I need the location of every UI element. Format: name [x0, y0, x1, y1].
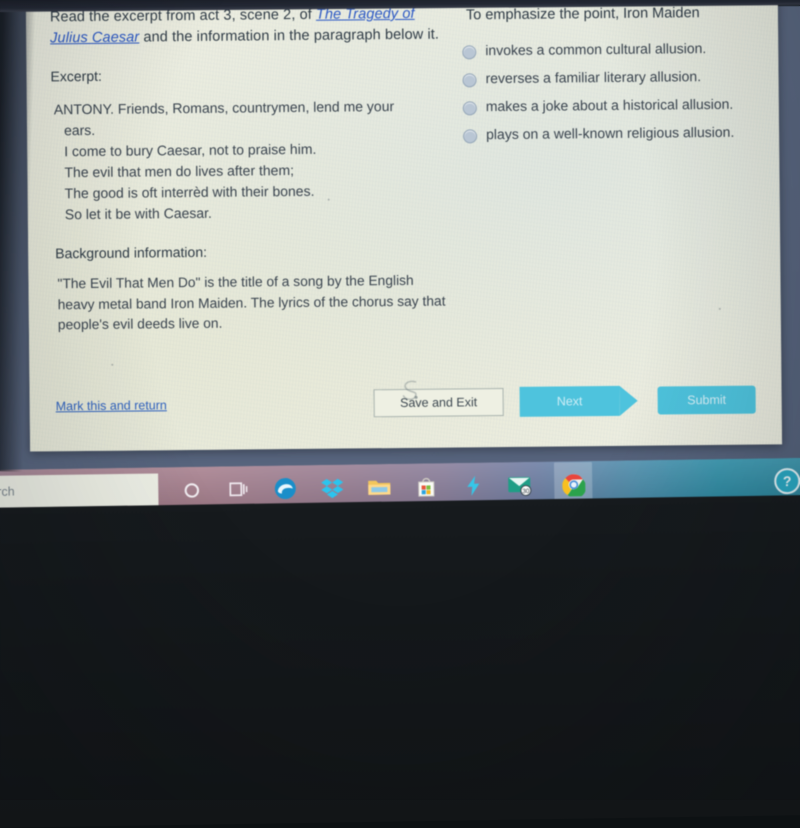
- edge-icon[interactable]: [272, 475, 298, 501]
- question-column: To emphasize the point, Iron Maiden invo…: [462, 1, 759, 332]
- answer-choice-label: plays on a well-known religious allusion…: [486, 123, 734, 144]
- passage-column: Read the excerpt from act 3, scene 2, of…: [50, 4, 447, 336]
- excerpt-text: ANTONY. Friends, Romans, countrymen, len…: [51, 96, 446, 226]
- dropbox-icon[interactable]: [319, 475, 345, 501]
- mark-this-and-return-link[interactable]: Mark this and return: [56, 398, 167, 413]
- answer-choice[interactable]: plays on a well-known religious allusion…: [463, 123, 757, 145]
- cortana-icon[interactable]: [178, 477, 204, 503]
- quiz-window: Read the excerpt from act 3, scene 2, of…: [0, 0, 800, 474]
- answer-choice-label: invokes a common cultural allusion.: [485, 39, 706, 60]
- screen-dust-speck: [111, 364, 113, 366]
- radio-button-icon[interactable]: [462, 45, 476, 59]
- background-text: "The Evil That Men Do" is the title of a…: [52, 271, 447, 336]
- instruction-part-2: and the information in the paragraph bel…: [139, 27, 439, 46]
- submit-button[interactable]: Submit: [658, 386, 756, 415]
- task-view-icon[interactable]: [225, 476, 251, 502]
- taskbar-search-input[interactable]: arch: [0, 473, 159, 508]
- footer-action-bar: Mark this and return Save and Exit Next …: [29, 376, 781, 429]
- screen-dust-speck: [415, 396, 418, 399]
- microsoft-store-icon[interactable]: [413, 473, 439, 499]
- answer-choice-label: reverses a familiar literary allusion.: [485, 67, 701, 88]
- answer-choice[interactable]: invokes a common cultural allusion.: [462, 39, 756, 61]
- screen-bottom-bezel: [0, 494, 800, 827]
- background-label: Background information:: [52, 242, 446, 262]
- mail-icon[interactable]: 30: [507, 472, 533, 498]
- footer-spacer: [167, 403, 374, 405]
- answer-choice[interactable]: makes a joke about a historical allusion…: [463, 95, 757, 117]
- radio-button-icon[interactable]: [462, 73, 476, 87]
- excerpt-label: Excerpt:: [50, 63, 444, 87]
- radio-button-icon[interactable]: [463, 101, 477, 115]
- photographed-screen-scene: Read the excerpt from act 3, scene 2, of…: [0, 0, 800, 800]
- excerpt-line: ANTONY. Friends, Romans, countrymen, len…: [54, 96, 445, 121]
- quiz-panel: Read the excerpt from act 3, scene 2, of…: [26, 0, 782, 452]
- footer-buttons: Save and Exit Next Submit: [374, 385, 756, 419]
- save-and-exit-button[interactable]: Save and Exit: [374, 388, 504, 417]
- radio-button-icon[interactable]: [463, 129, 477, 143]
- answer-choice-label: makes a joke about a historical allusion…: [486, 95, 734, 116]
- answer-choice[interactable]: reverses a familiar literary allusion.: [462, 67, 756, 89]
- screen-dust-speck: [719, 308, 721, 310]
- search-placeholder-text: arch: [0, 485, 15, 499]
- file-explorer-icon[interactable]: [366, 474, 392, 500]
- bolt-icon[interactable]: [460, 473, 486, 499]
- answer-choice-list: invokes a common cultural allusion. reve…: [462, 39, 757, 145]
- help-icon[interactable]: ?: [774, 468, 800, 494]
- next-button[interactable]: Next: [520, 386, 620, 417]
- mail-badge-count: 30: [522, 488, 530, 495]
- excerpt-line: So let it be with Caesar.: [55, 201, 446, 226]
- screen-dust-speck: [328, 199, 330, 201]
